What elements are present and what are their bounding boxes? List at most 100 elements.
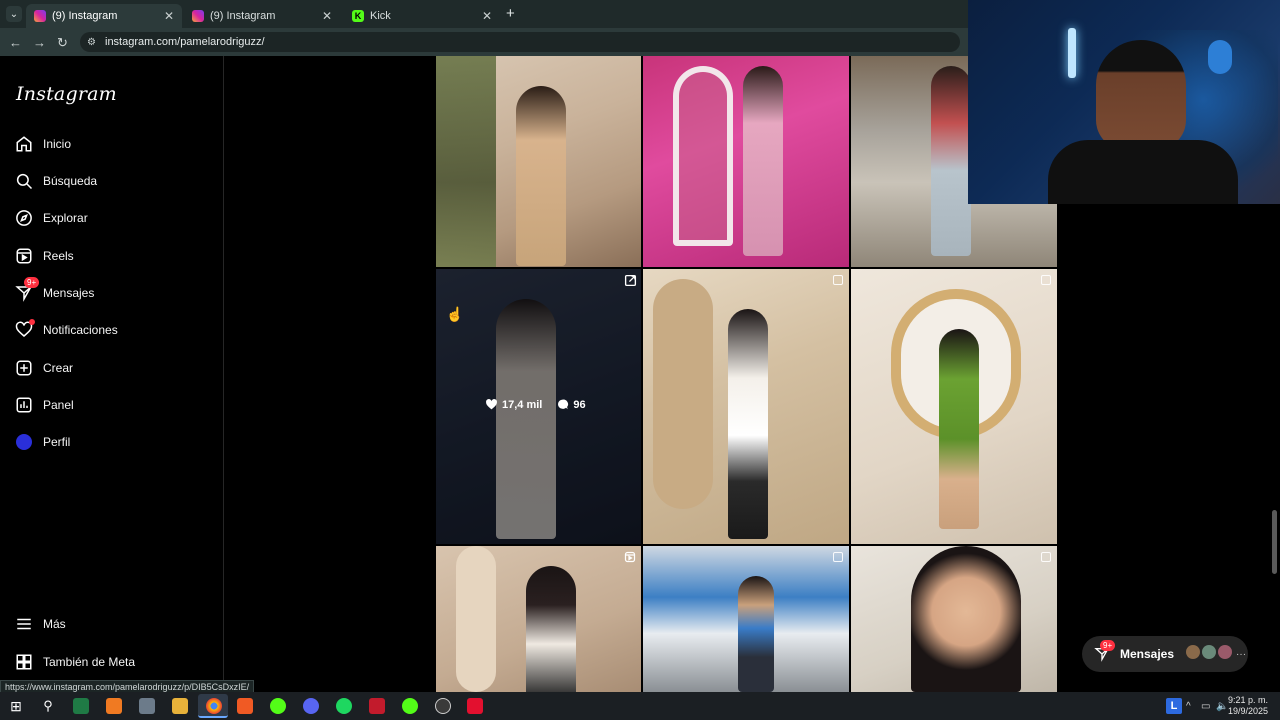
nav-busqueda[interactable]: Búsqueda [14,166,210,196]
file-explorer-icon[interactable] [172,698,188,714]
clock-time: 9:21 p. m. [1228,695,1269,705]
chart-icon [14,395,34,415]
app-icon[interactable] [467,698,483,714]
messenger-icon: 9+ [14,277,40,303]
app-icon[interactable] [270,698,286,714]
person-shirt [1048,140,1238,204]
recent-avatars [1184,644,1233,664]
close-tab-icon[interactable]: ✕ [482,9,492,23]
nav-tambien-de-meta[interactable]: También de Meta [14,647,210,677]
nav-label: Notificaciones [43,323,118,337]
nav-reels[interactable]: Reels [14,241,210,271]
app-icon[interactable] [369,698,385,714]
figure-silhouette [526,566,576,692]
chrome-icon [206,698,222,714]
nav-label: Inicio [43,137,72,151]
grid-post[interactable] [436,56,641,267]
figure-silhouette [939,329,979,529]
brave-icon[interactable] [237,698,253,714]
nav-label: Crear [43,361,74,375]
nav-label: Perfil [43,435,71,449]
grid-post[interactable] [643,269,849,544]
nav-label: Búsqueda [43,174,98,188]
volume-icon[interactable]: 🔈 [1216,701,1228,712]
browser-tab-instagram-2[interactable]: (9) Instagram ✕ [184,4,340,28]
grid-post[interactable] [643,546,849,692]
grid-post[interactable] [851,546,1057,692]
instagram-logo[interactable]: Instagram [16,83,117,105]
nav-inicio[interactable]: Inicio [14,129,210,159]
wall-arch-decor [653,279,713,509]
app-icon[interactable] [106,698,122,714]
wall-arch-decor [456,546,496,692]
page-scrollbar[interactable] [1272,510,1277,574]
figure-silhouette [911,546,1021,692]
site-info-icon[interactable]: ⚙ [87,37,96,48]
tab-search-button[interactable]: ⌄ [6,6,22,22]
messages-floating-button[interactable]: 9+ Mensajes ··· [1082,636,1248,672]
more-icon: ··· [1236,648,1247,660]
plus-square-icon [14,358,34,378]
grid-post[interactable] [436,546,641,692]
discord-icon[interactable] [303,698,319,714]
hand-cursor-icon: ☝ [446,306,464,322]
carousel-icon [833,552,843,562]
nav-label: También de Meta [43,655,136,669]
light-decor [1068,28,1076,78]
likes-count: 17,4 mil [502,398,543,411]
browser-tab-instagram-1[interactable]: (9) Instagram ✕ [26,4,182,28]
nav-mas[interactable]: Más [14,609,210,639]
external-link-icon [624,274,637,287]
search-icon [14,171,34,191]
spotify-icon[interactable] [336,698,352,714]
app-icon[interactable] [402,698,418,714]
browser-tab-kick[interactable]: K Kick ✕ [344,4,500,28]
taskbar-clock[interactable]: 9:21 p. m. 19/9/2025 [1228,695,1268,717]
avatar-icon [14,432,34,452]
back-icon[interactable]: ← [9,35,22,50]
reload-icon[interactable]: ↻ [57,35,68,51]
app-icon[interactable] [73,698,89,714]
app-icon[interactable] [139,698,155,714]
figure-silhouette [516,86,566,266]
nav-crear[interactable]: Crear [14,353,210,383]
nav-perfil[interactable]: Perfil [14,427,210,457]
nav-notificaciones[interactable]: Notificaciones [14,315,210,345]
figure-silhouette [738,576,774,692]
nav-label: Panel [43,398,74,412]
likes-stat: 17,4 mil [485,398,542,411]
carousel-icon [1041,275,1051,285]
obs-icon[interactable] [435,698,451,714]
tab-title: (9) Instagram [210,10,276,22]
instagram-favicon-icon [192,10,204,22]
close-tab-icon[interactable]: ✕ [164,9,174,23]
forward-icon[interactable]: → [33,35,46,50]
nav-mensajes[interactable]: 9+ Mensajes [14,277,210,308]
tray-app-icon[interactable]: L [1166,698,1182,714]
figure-silhouette [743,66,783,256]
nav-label: Mensajes [43,286,95,300]
carousel-icon [1041,552,1051,562]
search-icon[interactable]: ⚲ [40,698,56,714]
messages-badge: 9+ [1100,640,1116,651]
grid-post[interactable] [851,269,1057,544]
nav-explorar[interactable]: Explorar [14,203,210,233]
network-icon[interactable]: ▭ [1201,701,1210,712]
close-tab-icon[interactable]: ✕ [322,9,332,23]
clock-date: 19/9/2025 [1228,706,1269,716]
chevron-up-icon[interactable]: ^ [1186,701,1191,712]
comment-filled-icon [558,399,569,410]
grid-post[interactable] [643,56,849,267]
windows-start-icon[interactable]: ⊞ [8,698,24,714]
nav-panel[interactable]: Panel [14,390,210,420]
avatar [1218,644,1233,659]
tab-title: (9) Instagram [52,10,118,22]
figure-silhouette [728,309,768,539]
heart-filled-icon [486,399,497,410]
post-stats: 17,4 mil 96 [485,398,586,411]
url-text[interactable]: instagram.com/pamelarodriguzz/ [105,36,265,48]
instagram-favicon-icon [34,10,46,22]
messages-label: Mensajes [1120,647,1175,661]
new-tab-button[interactable]: + [506,5,515,22]
nav-label: Reels [43,249,74,263]
